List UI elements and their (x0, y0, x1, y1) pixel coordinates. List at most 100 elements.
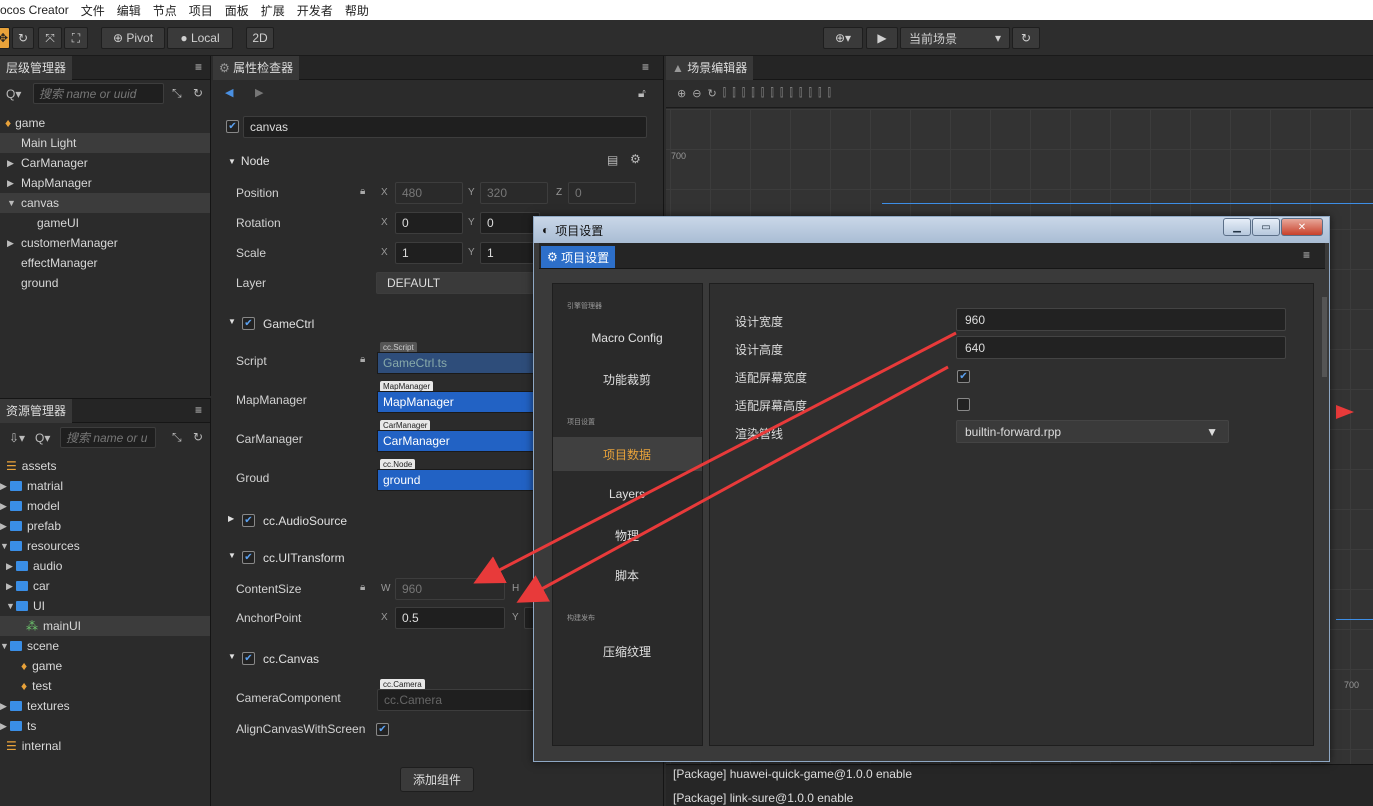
fit-width-checkbox[interactable]: ✔ (957, 370, 970, 383)
tree-item[interactable]: gameUI (37, 213, 79, 233)
node-active-checkbox[interactable]: ✔ (226, 120, 239, 133)
chevron-right-icon[interactable]: ▶ (0, 521, 10, 532)
tree-item[interactable]: ▼ resources (0, 536, 80, 556)
tree-item[interactable]: ▼ scene (0, 636, 59, 656)
groud-field[interactable]: ground (377, 469, 542, 491)
chevron-right-icon[interactable]: ▶ (0, 481, 10, 492)
chevron-right-icon[interactable]: ▶ (0, 501, 10, 512)
inspector-tab[interactable]: ⚙ 属性检查器 (213, 55, 300, 80)
position-y-input[interactable]: 320 (480, 182, 548, 204)
sort-icon[interactable]: ⇩▾ (9, 431, 25, 445)
distribute-right-icon[interactable]: ⫿ (828, 87, 832, 100)
menu-developer[interactable]: 开发者 (291, 2, 339, 19)
menu-file[interactable]: 文件 (75, 2, 111, 19)
menu-icon[interactable]: ≡ (642, 60, 649, 74)
uitransform-enabled-checkbox[interactable]: ✔ (242, 551, 255, 564)
gamectrl-section-header[interactable]: ▼ (228, 317, 240, 326)
carmanager-field[interactable]: CarManager (377, 430, 542, 452)
chevron-right-icon[interactable]: ▶ (0, 721, 10, 732)
menu-icon[interactable]: ≡ (1303, 248, 1310, 262)
hierarchy-tab[interactable]: 层级管理器 (0, 55, 73, 80)
menu-edit[interactable]: 编辑 (111, 2, 147, 19)
scale-y-input[interactable]: 1 (480, 242, 540, 264)
assets-search-input[interactable]: 搜索 name or u (60, 427, 156, 448)
tree-item[interactable]: ▶ audio (6, 556, 62, 576)
menu-help[interactable]: 帮助 (339, 2, 375, 19)
close-button[interactable]: ✕ (1281, 218, 1323, 236)
menu-icon[interactable]: ≡ (195, 403, 202, 417)
pivot-button[interactable]: ⊕ Pivot (101, 27, 165, 49)
refresh-icon[interactable]: ↻ (193, 86, 203, 100)
rect-tool-icon[interactable]: ⛶ (64, 27, 88, 49)
node-name-input[interactable]: canvas (243, 116, 647, 138)
back-arrow-icon[interactable]: ◀ (225, 86, 233, 99)
canvas-enabled-checkbox[interactable]: ✔ (242, 652, 255, 665)
align-right-icon[interactable]: ⫿ (742, 87, 746, 100)
canvas-section-header[interactable]: ▼ (228, 652, 236, 661)
rotation-y-input[interactable]: 0 (480, 212, 540, 234)
sidebar-item-macro-config[interactable]: Macro Config (552, 331, 702, 345)
uitransform-section-header[interactable]: ▼ (228, 551, 236, 560)
chevron-right-icon[interactable]: ▶ (7, 158, 17, 169)
distribute-vcenter-icon[interactable]: ⫿ (789, 87, 793, 100)
audiosource-section-header[interactable]: ▶ (228, 514, 234, 523)
tree-item[interactable]: ▶ prefab (0, 516, 61, 536)
chevron-down-icon[interactable]: ▼ (0, 641, 10, 651)
align-left-icon[interactable]: ⫿ (723, 87, 727, 100)
scene-select[interactable]: 当前场景 ▾ (900, 27, 1010, 49)
chevron-right-icon[interactable]: ▶ (7, 178, 17, 189)
distribute-left-icon[interactable]: ⫿ (808, 87, 812, 100)
chevron-down-icon[interactable]: ▼ (7, 198, 17, 208)
contentsize-width-input[interactable]: 960 (395, 578, 505, 600)
play-icon[interactable]: ▶ (866, 27, 898, 49)
unlock-icon[interactable]: 🔓︎ (638, 86, 646, 101)
node-section-header[interactable]: ▼ Node (228, 154, 270, 168)
script-field[interactable]: GameCtrl.ts (377, 352, 542, 374)
scale-tool-icon[interactable]: ⤧ (38, 27, 62, 49)
hierarchy-search-input[interactable]: 搜索 name or uuid (33, 83, 164, 104)
move-tool-icon[interactable]: ✥ (0, 27, 10, 49)
render-pipeline-select[interactable]: builtin-forward.rpp ▼ (956, 420, 1229, 443)
menu-icon[interactable]: ≡ (195, 60, 202, 74)
zoom-in-icon[interactable]: ⊕ (677, 87, 686, 100)
position-x-input[interactable]: 480 (395, 182, 463, 204)
align-hcenter-icon[interactable]: ⫿ (732, 87, 736, 100)
tree-item[interactable]: ▶ matrial (0, 476, 63, 496)
chevron-right-icon[interactable]: ▶ (6, 561, 16, 572)
chevron-right-icon[interactable]: ▶ (0, 701, 10, 712)
scale-x-input[interactable]: 1 (395, 242, 463, 264)
sidebar-item-physics[interactable]: 物理 (552, 527, 702, 544)
tree-item[interactable]: ▶ CarManager (7, 153, 88, 173)
distribute-top-icon[interactable]: ⫿ (780, 87, 784, 100)
align-canvas-checkbox[interactable]: ✔ (376, 723, 389, 736)
design-height-input[interactable]: 640 (956, 336, 1286, 359)
chevron-right-icon[interactable]: ▶ (6, 581, 16, 592)
layer-select[interactable]: DEFAULT (376, 272, 541, 294)
local-button[interactable]: ● Local (167, 27, 233, 49)
tree-item[interactable]: ▶ car (6, 576, 50, 596)
design-width-input[interactable]: 960 (956, 308, 1286, 331)
tree-item[interactable]: ▼ UI (6, 596, 45, 616)
tree-item[interactable]: ▶ textures (0, 696, 70, 716)
align-top-icon[interactable]: ⫿ (751, 87, 755, 100)
mode-2d-button[interactable]: 2D (246, 27, 274, 49)
position-z-input[interactable]: 0 (568, 182, 636, 204)
gamectrl-enabled-checkbox[interactable]: ✔ (242, 317, 255, 330)
tree-item[interactable]: ▶ ts (0, 716, 36, 736)
project-settings-tab[interactable]: ⚙ 项目设置 (541, 246, 616, 268)
audiosource-enabled-checkbox[interactable]: ✔ (242, 514, 255, 527)
menu-panel[interactable]: 面板 (219, 2, 255, 19)
tree-item[interactable]: ▶ model (0, 496, 60, 516)
rotate-tool-icon[interactable]: ↻ (12, 27, 34, 49)
fit-height-checkbox[interactable] (957, 398, 970, 411)
refresh-icon[interactable]: ↻ (1012, 27, 1040, 49)
scrollbar[interactable] (1322, 297, 1327, 377)
tree-item[interactable]: ♦ test (21, 676, 51, 696)
chevron-down-icon[interactable]: ▼ (0, 541, 10, 551)
minimize-button[interactable]: ▁ (1223, 218, 1251, 236)
mapmanager-field[interactable]: MapManager (377, 391, 542, 413)
maximize-button[interactable]: ▭ (1252, 218, 1280, 236)
tree-item[interactable]: ♦ game (5, 113, 210, 133)
tree-item-selected[interactable]: ▼ canvas (0, 193, 210, 213)
refresh-icon[interactable]: ↻ (193, 430, 203, 444)
